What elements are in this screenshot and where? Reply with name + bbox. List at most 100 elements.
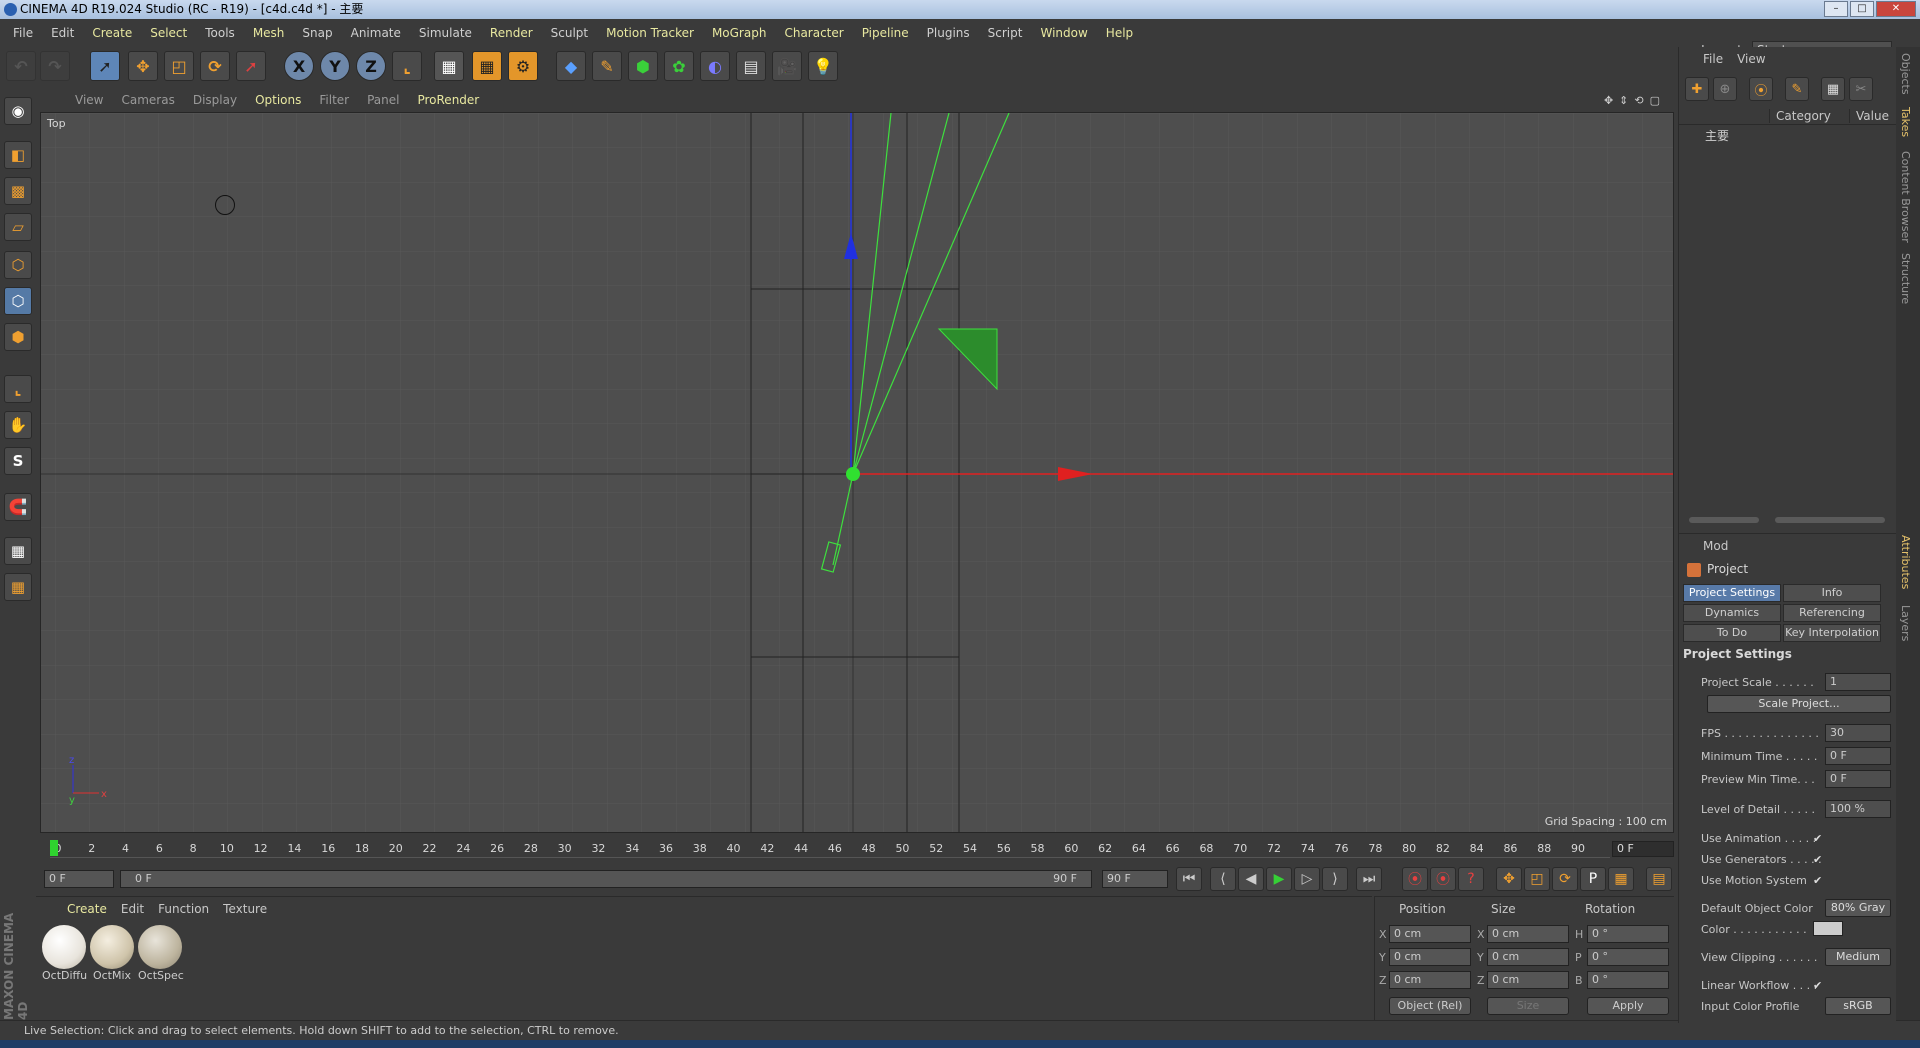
camera-icon[interactable]: 🎥 <box>772 51 802 81</box>
key-param-icon[interactable]: P <box>1580 867 1606 891</box>
material-octdiffuse[interactable]: OctDiffu <box>42 925 87 982</box>
orbit-icon[interactable]: ⟲ <box>1634 94 1643 107</box>
size-x-field[interactable]: 0 cm <box>1487 925 1569 943</box>
edges-mode-icon[interactable]: ⬡ <box>4 287 32 315</box>
auto-take-icon[interactable]: ⦿ <box>1749 77 1773 101</box>
rot-p-field[interactable]: 0 ° <box>1587 948 1669 966</box>
material-octmix[interactable]: OctMix <box>90 925 134 982</box>
menu-help[interactable]: Help <box>1097 26 1142 40</box>
take-main[interactable]: 主要 <box>1685 127 1729 144</box>
mat-menu-create[interactable]: Create <box>60 902 114 916</box>
menu-window[interactable]: Window <box>1031 26 1096 40</box>
pan-icon[interactable]: ✥ <box>1604 94 1613 107</box>
object-origin[interactable] <box>846 467 860 481</box>
size-z-field[interactable]: 0 cm <box>1487 971 1569 989</box>
key-rotation-icon[interactable]: ⟳ <box>1552 867 1578 891</box>
override-icon[interactable]: ✎ <box>1785 77 1809 101</box>
use-animation-checkbox[interactable]: ✔ <box>1813 832 1822 845</box>
tab-key-interpolation[interactable]: Key Interpolation <box>1783 624 1881 642</box>
vp-menu-filter[interactable]: Filter <box>310 93 358 107</box>
render-settings-icon[interactable]: ⚙ <box>508 51 538 81</box>
column-value[interactable]: Value <box>1849 109 1897 123</box>
preview-min-field[interactable]: 0 F <box>1825 770 1891 788</box>
solo-mode-icon[interactable]: S <box>4 447 32 475</box>
x-axis-icon[interactable]: X <box>284 51 314 81</box>
prev-frame-icon[interactable]: ◀ <box>1238 867 1264 891</box>
polygons-mode-icon[interactable]: ⬢ <box>4 323 32 351</box>
takes-scrollbar[interactable] <box>1679 513 1897 527</box>
move-icon[interactable]: ✥ <box>128 51 158 81</box>
scale-project-button[interactable]: Scale Project... <box>1707 695 1891 713</box>
use-motion-checkbox[interactable]: ✔ <box>1813 874 1822 887</box>
menu-render[interactable]: Render <box>481 26 542 40</box>
playhead[interactable] <box>50 840 58 856</box>
project-scale-field[interactable]: 1 <box>1825 673 1891 691</box>
menu-animate[interactable]: Animate <box>342 26 410 40</box>
minimize-button[interactable]: – <box>1824 1 1848 17</box>
start-frame-field[interactable]: 0 F <box>44 870 114 888</box>
menu-character[interactable]: Character <box>775 26 852 40</box>
key-scale-icon[interactable]: ◰ <box>1524 867 1550 891</box>
take-lock-icon[interactable]: ✂ <box>1849 77 1873 101</box>
undo-icon[interactable]: ↶ <box>6 51 36 81</box>
zoom-icon[interactable]: ⇕ <box>1619 94 1628 107</box>
new-take-icon[interactable]: ✚ <box>1685 77 1709 101</box>
vp-menu-prorender[interactable]: ProRender <box>408 93 488 107</box>
menu-select[interactable]: Select <box>141 26 196 40</box>
input-color-profile-dropdown[interactable]: sRGB <box>1825 997 1891 1015</box>
tab-info[interactable]: Info <box>1783 584 1881 602</box>
recent-tool-icon[interactable]: ➚ <box>236 51 266 81</box>
model-mode-icon[interactable]: ◧ <box>4 141 32 169</box>
current-frame-field[interactable]: 0 F <box>1612 841 1674 857</box>
rot-h-field[interactable]: 0 ° <box>1587 925 1669 943</box>
menu-script[interactable]: Script <box>979 26 1032 40</box>
fps-field[interactable]: 30 <box>1825 724 1891 742</box>
autokey-icon[interactable]: ⦿ <box>1430 867 1456 891</box>
maximize-view-icon[interactable]: ▢ <box>1650 94 1660 107</box>
menu-mograph[interactable]: MoGraph <box>703 26 776 40</box>
go-to-end-icon[interactable]: ⏭ <box>1356 867 1382 891</box>
tab-referencing[interactable]: Referencing <box>1783 604 1881 622</box>
redo-icon[interactable]: ↷ <box>40 51 70 81</box>
lock-workplane-icon[interactable]: ▦ <box>4 537 32 565</box>
menu-mesh[interactable]: Mesh <box>244 26 294 40</box>
vp-menu-cameras[interactable]: Cameras <box>112 93 183 107</box>
snap-icon[interactable]: 🧲 <box>4 493 32 521</box>
menu-edit[interactable]: Edit <box>42 26 83 40</box>
array-generator-icon[interactable]: ✿ <box>664 51 694 81</box>
size-mode-dropdown[interactable]: Size <box>1487 997 1569 1015</box>
lod-field[interactable]: 100 % <box>1825 800 1891 818</box>
deformer-icon[interactable]: ◐ <box>700 51 730 81</box>
menu-plugins[interactable]: Plugins <box>918 26 979 40</box>
takes-menu-file[interactable]: File <box>1703 52 1723 66</box>
linear-workflow-checkbox[interactable]: ✔ <box>1813 979 1822 992</box>
cube-icon[interactable]: ◆ <box>556 51 586 81</box>
mat-menu-function[interactable]: Function <box>151 902 216 916</box>
side-tab-objects[interactable]: Objects <box>1899 53 1912 95</box>
light-icon[interactable]: 💡 <box>808 51 838 81</box>
rotate-icon[interactable]: ⟳ <box>200 51 230 81</box>
viewport-top[interactable]: z y x Top Grid Spacing : 100 cm <box>40 112 1674 833</box>
side-tab-takes[interactable]: Takes <box>1899 107 1912 137</box>
vp-menu-panel[interactable]: Panel <box>358 93 408 107</box>
menu-snap[interactable]: Snap <box>293 26 341 40</box>
pos-z-field[interactable]: 0 cm <box>1389 971 1471 989</box>
maximize-button[interactable]: □ <box>1850 1 1874 17</box>
pos-x-field[interactable]: 0 cm <box>1389 925 1471 943</box>
key-pla-icon[interactable]: ▦ <box>1608 867 1634 891</box>
timeline[interactable]: 0 2 4 6 8 10 12 14 16 18 20 22 24 26 28 30 32 34 36 38 40 42 4… <box>40 836 1674 862</box>
key-position-icon[interactable]: ✥ <box>1496 867 1522 891</box>
side-tab-content-browser[interactable]: Content Browser <box>1899 151 1912 243</box>
color-swatch[interactable] <box>1813 921 1843 936</box>
record-keys-icon[interactable]: ⦿ <box>1402 867 1428 891</box>
go-to-start-icon[interactable]: ⏮ <box>1176 867 1202 891</box>
tweak-mode-icon[interactable]: ✋ <box>4 411 32 439</box>
take-child-icon[interactable]: ⊕ <box>1713 77 1737 101</box>
y-axis-icon[interactable]: Y <box>320 51 350 81</box>
next-key-icon[interactable]: ⟩ <box>1322 867 1348 891</box>
use-generators-checkbox[interactable]: ✔ <box>1813 853 1822 866</box>
rot-b-field[interactable]: 0 ° <box>1587 971 1669 989</box>
pos-y-field[interactable]: 0 cm <box>1389 948 1471 966</box>
planar-workplane-icon[interactable]: ▦ <box>4 573 32 601</box>
size-y-field[interactable]: 0 cm <box>1487 948 1569 966</box>
